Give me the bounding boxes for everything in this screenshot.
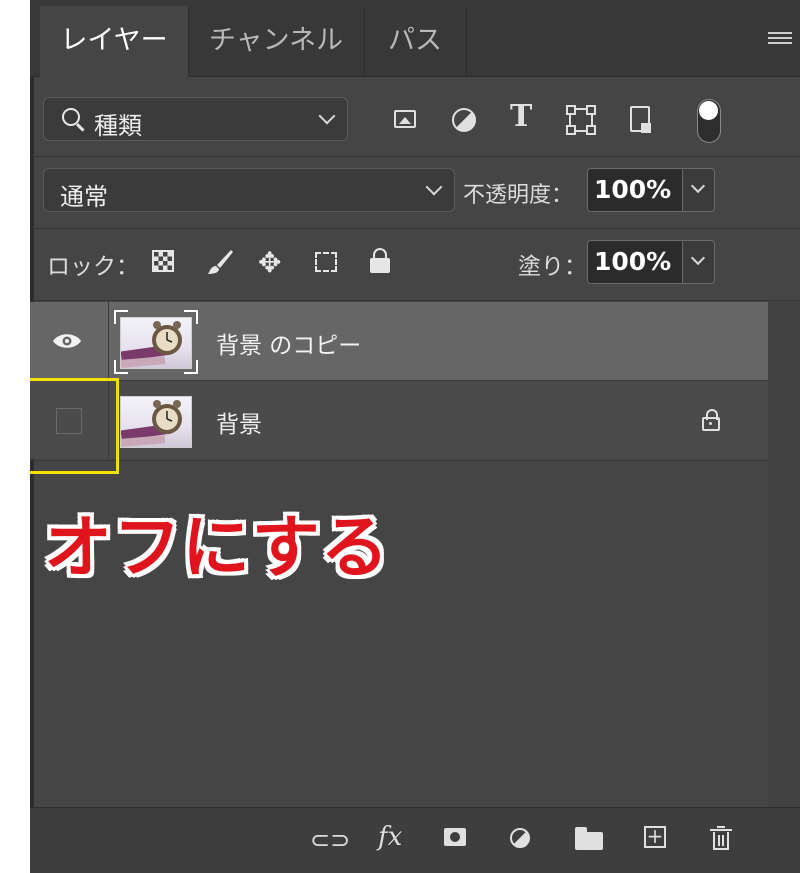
pixel-filter-icon[interactable] — [394, 110, 416, 128]
panel-bottom-bar: ⊂⊃ fx + — [30, 807, 800, 873]
add-mask-icon[interactable] — [444, 828, 466, 846]
tab-layers[interactable]: レイヤー — [40, 6, 189, 77]
panel-menu-icon[interactable] — [768, 32, 792, 48]
opacity-dropdown-button[interactable] — [683, 168, 715, 212]
opacity-label: 不透明度： — [463, 183, 574, 208]
layer-name[interactable]: 背景 — [216, 405, 262, 439]
layer-thumbnail[interactable] — [120, 317, 192, 369]
annotation-highlight-box — [30, 378, 119, 474]
blend-mode-select[interactable]: 通常 — [43, 168, 455, 212]
layer-thumbnail[interactable] — [120, 396, 192, 448]
chevron-down-icon — [690, 178, 706, 194]
chevron-down-icon — [425, 178, 443, 196]
layer-name[interactable]: 背景 のコピー — [216, 326, 361, 360]
new-layer-icon[interactable]: + — [644, 826, 666, 848]
chevron-down-icon — [318, 107, 336, 125]
layer-style-fx-icon[interactable]: fx — [378, 822, 402, 852]
lock-image-pixels-icon[interactable] — [205, 247, 235, 277]
divider — [30, 228, 800, 229]
opacity-input[interactable]: 100% — [587, 168, 683, 212]
new-group-icon[interactable] — [575, 827, 603, 850]
divider — [30, 156, 800, 157]
smart-object-filter-icon[interactable] — [630, 106, 651, 133]
type-filter-icon[interactable]: T — [510, 99, 538, 134]
fill-label: 塗り： — [518, 254, 587, 280]
lock-label: ロック： — [47, 254, 139, 280]
layer-row-background[interactable]: 背景 — [30, 381, 768, 459]
delete-layer-icon[interactable] — [710, 826, 732, 850]
chevron-down-icon — [690, 250, 706, 266]
lock-transparent-pixels-icon[interactable] — [152, 250, 174, 272]
layer-lock-icon[interactable] — [702, 409, 720, 431]
tab-channels[interactable]: チャンネル — [188, 6, 365, 76]
shape-filter-icon[interactable] — [566, 105, 596, 135]
eye-icon — [53, 334, 81, 348]
fill-input[interactable]: 100% — [587, 240, 683, 284]
filter-type-label: 種類 — [94, 112, 142, 140]
adjustment-filter-icon[interactable] — [452, 108, 476, 132]
lock-artboard-icon[interactable] — [315, 252, 337, 272]
divider — [30, 300, 800, 301]
filter-type-select[interactable]: 種類 — [43, 97, 348, 141]
lock-position-icon[interactable]: ✥ — [258, 249, 281, 277]
new-adjustment-layer-icon[interactable] — [510, 828, 530, 848]
scrollbar-track[interactable] — [768, 302, 800, 807]
fill-dropdown-button[interactable] — [683, 240, 715, 284]
layer-row-background-copy[interactable]: 背景 のコピー — [30, 302, 768, 380]
panel-tab-bar: レイヤー チャンネル パス — [30, 0, 800, 77]
tab-paths[interactable]: パス — [364, 6, 467, 76]
divider — [30, 460, 800, 461]
search-icon — [62, 108, 80, 126]
visibility-toggle[interactable] — [30, 302, 109, 380]
link-layers-icon[interactable]: ⊂⊃ — [310, 826, 350, 854]
lock-all-icon[interactable] — [370, 248, 390, 273]
blend-mode-label: 通常 — [60, 183, 108, 211]
annotation-text: オフにする — [44, 509, 390, 588]
filter-toggle[interactable] — [697, 99, 721, 143]
layers-panel: レイヤー チャンネル パス 種類 T 通常 不透明度： 100% ロック： ✥ … — [30, 0, 800, 873]
